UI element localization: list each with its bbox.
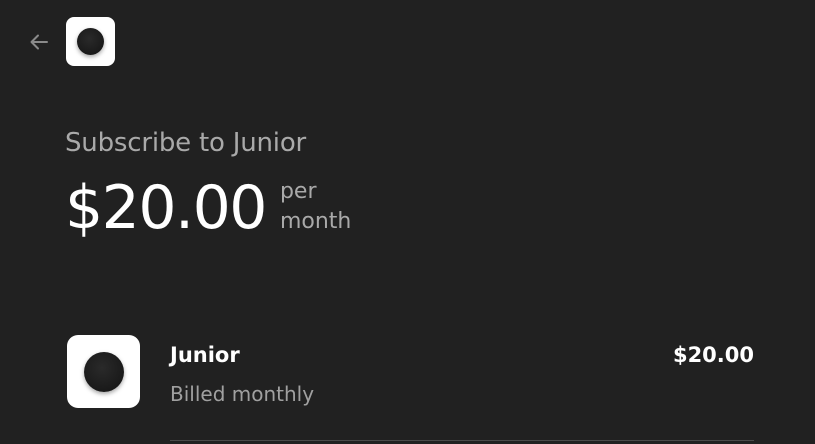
price-amount: $20.00: [65, 173, 267, 243]
line-item-price: $20.00: [672, 343, 754, 367]
price-period: per month: [279, 179, 352, 234]
checkout-page: Subscribe to Junior $20.00 per month Jun…: [0, 0, 815, 444]
product-name: Junior: [170, 343, 240, 367]
arrow-left-icon: [30, 34, 48, 50]
back-button[interactable]: [26, 29, 52, 55]
billing-frequency: Billed monthly: [170, 382, 315, 406]
line-item: Junior Billed monthly $20.00: [67, 335, 754, 441]
price-summary: $20.00 per month: [65, 170, 360, 246]
product-logo: [67, 335, 140, 408]
app-logo-icon: [83, 351, 124, 392]
app-logo-icon: [77, 28, 104, 55]
app-logo: [66, 17, 115, 66]
subscribe-title: Subscribe to Junior: [65, 128, 307, 158]
divider: [170, 440, 754, 441]
